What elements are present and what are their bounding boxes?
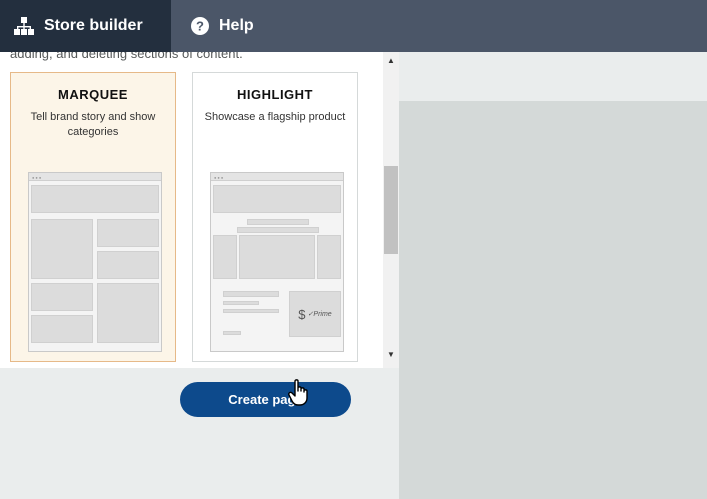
- template-description: Tell brand story and show categories: [30, 111, 156, 138]
- hand-cursor-icon: [288, 379, 308, 406]
- create-page-button[interactable]: Create page: [180, 382, 351, 417]
- preview-pane: [399, 52, 707, 499]
- product-price-placeholder: $ ✓Prime: [289, 291, 341, 337]
- scroll-up-arrow-icon[interactable]: ▲: [383, 56, 399, 65]
- price-symbol: $: [298, 306, 306, 322]
- template-card-marquee[interactable]: MARQUEE Tell brand story and show catego…: [10, 72, 176, 362]
- highlight-layout-thumbnail: ●●● $ ✓Prime: [210, 172, 344, 352]
- sitemap-icon: [14, 17, 34, 35]
- scrollbar-thumb[interactable]: [384, 166, 398, 254]
- tab-store-builder-label: Store builder: [44, 17, 143, 34]
- preview-canvas: [399, 101, 707, 499]
- tab-help[interactable]: ? Help: [191, 0, 254, 52]
- template-title: HIGHLIGHT: [237, 87, 313, 102]
- intro-text: adding, and deleting sections of content…: [10, 52, 243, 61]
- tab-store-builder[interactable]: Store builder: [0, 0, 171, 52]
- marquee-layout-thumbnail: ●●●: [28, 172, 162, 352]
- tab-help-label: Help: [219, 17, 254, 34]
- top-navigation-bar: Store builder ? Help: [0, 0, 707, 52]
- template-list: adding, and deleting sections of content…: [0, 52, 383, 368]
- template-panel: adding, and deleting sections of content…: [0, 52, 399, 499]
- template-description: Showcase a flagship product: [204, 111, 346, 123]
- template-title: MARQUEE: [58, 87, 128, 102]
- svg-text:?: ?: [196, 19, 204, 34]
- template-card-highlight[interactable]: HIGHLIGHT Showcase a flagship product ●●…: [192, 72, 358, 362]
- scroll-down-arrow-icon[interactable]: ▼: [383, 350, 399, 359]
- prime-badge: ✓Prime: [307, 311, 332, 318]
- vertical-scrollbar[interactable]: ▲ ▼: [383, 52, 399, 368]
- question-circle-icon: ?: [191, 17, 209, 35]
